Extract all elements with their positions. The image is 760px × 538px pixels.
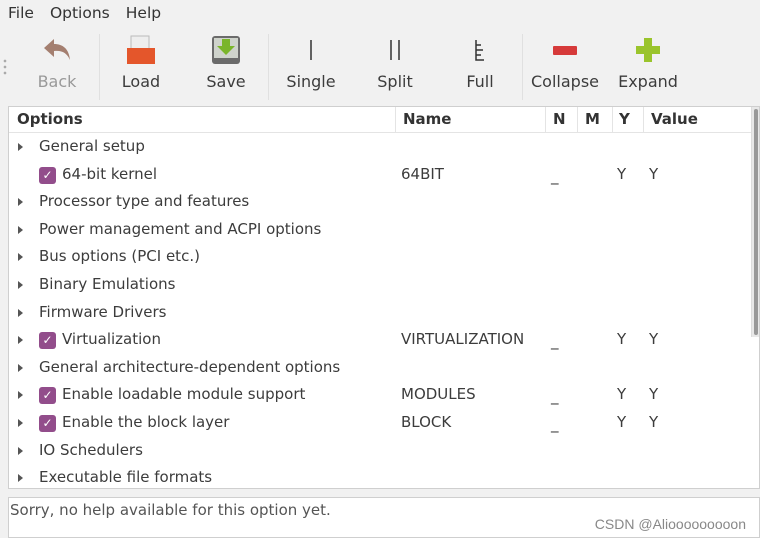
option-label: Processor type and features [39,192,250,211]
option-value: Y [649,413,659,431]
option-checkbox[interactable]: ✓ [39,166,56,184]
option-label: Executable file formats [39,468,213,487]
option-y[interactable]: Y [617,385,626,403]
option-label: General architecture-dependent options [39,357,341,376]
expander-arrow-icon[interactable] [18,253,23,262]
option-y[interactable]: Y [617,165,626,183]
split-view-button[interactable]: Split [364,30,426,102]
toolbar-grip[interactable] [3,58,7,76]
single-view-icon [280,30,342,70]
tree-row[interactable]: ✓ Virtualization VIRTUALIZATION _ Y Y [9,327,753,354]
expander-arrow-icon[interactable] [18,363,23,372]
tree-row[interactable]: Firmware Drivers [9,300,753,327]
option-label: Virtualization [62,330,161,349]
column-name[interactable]: Name [403,110,451,128]
option-name: MODULES [401,385,476,404]
tree-row[interactable]: IO Schedulers [9,438,753,465]
tree-row[interactable]: Executable file formats [9,465,753,488]
option-n[interactable]: _ [551,167,559,185]
expander-arrow-icon[interactable] [18,419,23,427]
tree-header: Options Name N M Y Value [9,107,753,133]
expander-arrow-icon[interactable] [18,336,23,345]
column-y[interactable]: Y [619,110,630,128]
toolbar-separator [522,34,523,100]
option-label: Bus options (PCI etc.) [39,247,200,266]
save-disk-icon [195,30,257,70]
options-tree[interactable]: Options Name N M Y Value General setup ✓ 6… [8,106,760,489]
option-n[interactable]: _ [551,332,559,350]
column-m[interactable]: M [585,110,600,128]
expander-arrow-icon[interactable] [18,225,23,234]
option-value: Y [649,164,659,183]
column-value[interactable]: Value [651,110,698,128]
menu-options[interactable]: Options [50,4,110,22]
option-y[interactable]: Y [617,330,626,348]
tree-row[interactable]: Bus options (PCI etc.) [9,244,753,271]
column-n[interactable]: N [553,110,566,128]
expander-arrow-icon[interactable] [18,143,23,151]
option-checkbox[interactable]: ✓ [39,387,56,405]
tree-row[interactable]: ✓ 64-bit kernel 64BIT _ Y Y [9,162,753,189]
toolbar: Back Load Save Single Split Full Collaps… [0,30,760,102]
tree-row[interactable]: General architecture-dependent options [9,355,753,382]
split-view-icon [364,30,426,70]
expander-arrow-icon[interactable] [18,281,23,289]
expander-arrow-icon[interactable] [18,391,23,400]
tree-scrollbar[interactable] [751,107,759,337]
collapse-button[interactable]: Collapse [528,30,602,102]
menu-help[interactable]: Help [126,4,161,22]
option-label: Firmware Drivers [39,302,167,321]
option-name: VIRTUALIZATION [401,330,525,349]
menu-file[interactable]: File [8,4,34,22]
option-n[interactable]: _ [551,387,559,405]
expander-arrow-icon[interactable] [18,474,23,483]
option-y[interactable]: Y [617,413,626,431]
option-label: 64-bit kernel [62,164,158,183]
back-arrow-icon [25,30,89,70]
option-n[interactable]: _ [551,415,559,433]
watermark: CSDN @Aliooooooooon [594,516,746,532]
toolbar-separator [268,34,269,100]
option-label: Power management and ACPI options [39,219,322,238]
tree-row[interactable]: ✓ Enable loadable module support MODULES _ Y… [9,382,753,409]
back-button[interactable]: Back [25,30,89,102]
option-label: Enable the block layer [62,413,230,431]
expander-arrow-icon[interactable] [18,446,23,455]
full-view-button[interactable]: Full [449,30,511,102]
single-view-button[interactable]: Single [280,30,342,102]
tree-row[interactable]: Power management and ACPI options [9,217,753,244]
expander-arrow-icon[interactable] [18,308,23,317]
menubar: File Options Help [0,0,760,26]
expand-button[interactable]: Expand [616,30,680,102]
option-label: Enable loadable module support [62,385,306,404]
option-value: Y [649,385,659,404]
tree-row[interactable]: Binary Emulations [9,272,753,299]
tree-row[interactable]: General setup [9,134,753,161]
option-label: Binary Emulations [39,275,176,293]
option-name: BLOCK [401,413,452,431]
option-value: Y [649,330,659,349]
tree-row[interactable]: ✓ Enable the block layer BLOCK _ Y Y [9,410,753,437]
tree-row[interactable]: Processor type and features [9,189,753,216]
help-text: Sorry, no help available for this option… [10,501,331,519]
option-checkbox[interactable]: ✓ [39,332,56,350]
minus-icon [528,30,602,70]
plus-icon [616,30,680,70]
save-button[interactable]: Save [195,30,257,102]
full-view-icon [449,30,511,70]
load-button[interactable]: Load [110,30,172,102]
option-name: 64BIT [401,164,444,183]
expander-arrow-icon[interactable] [18,198,23,207]
folder-open-icon [110,30,172,70]
option-label: General setup [39,137,145,155]
option-label: IO Schedulers [39,440,143,459]
toolbar-separator [99,34,100,100]
column-options[interactable]: Options [17,110,83,128]
option-checkbox[interactable]: ✓ [39,415,56,432]
